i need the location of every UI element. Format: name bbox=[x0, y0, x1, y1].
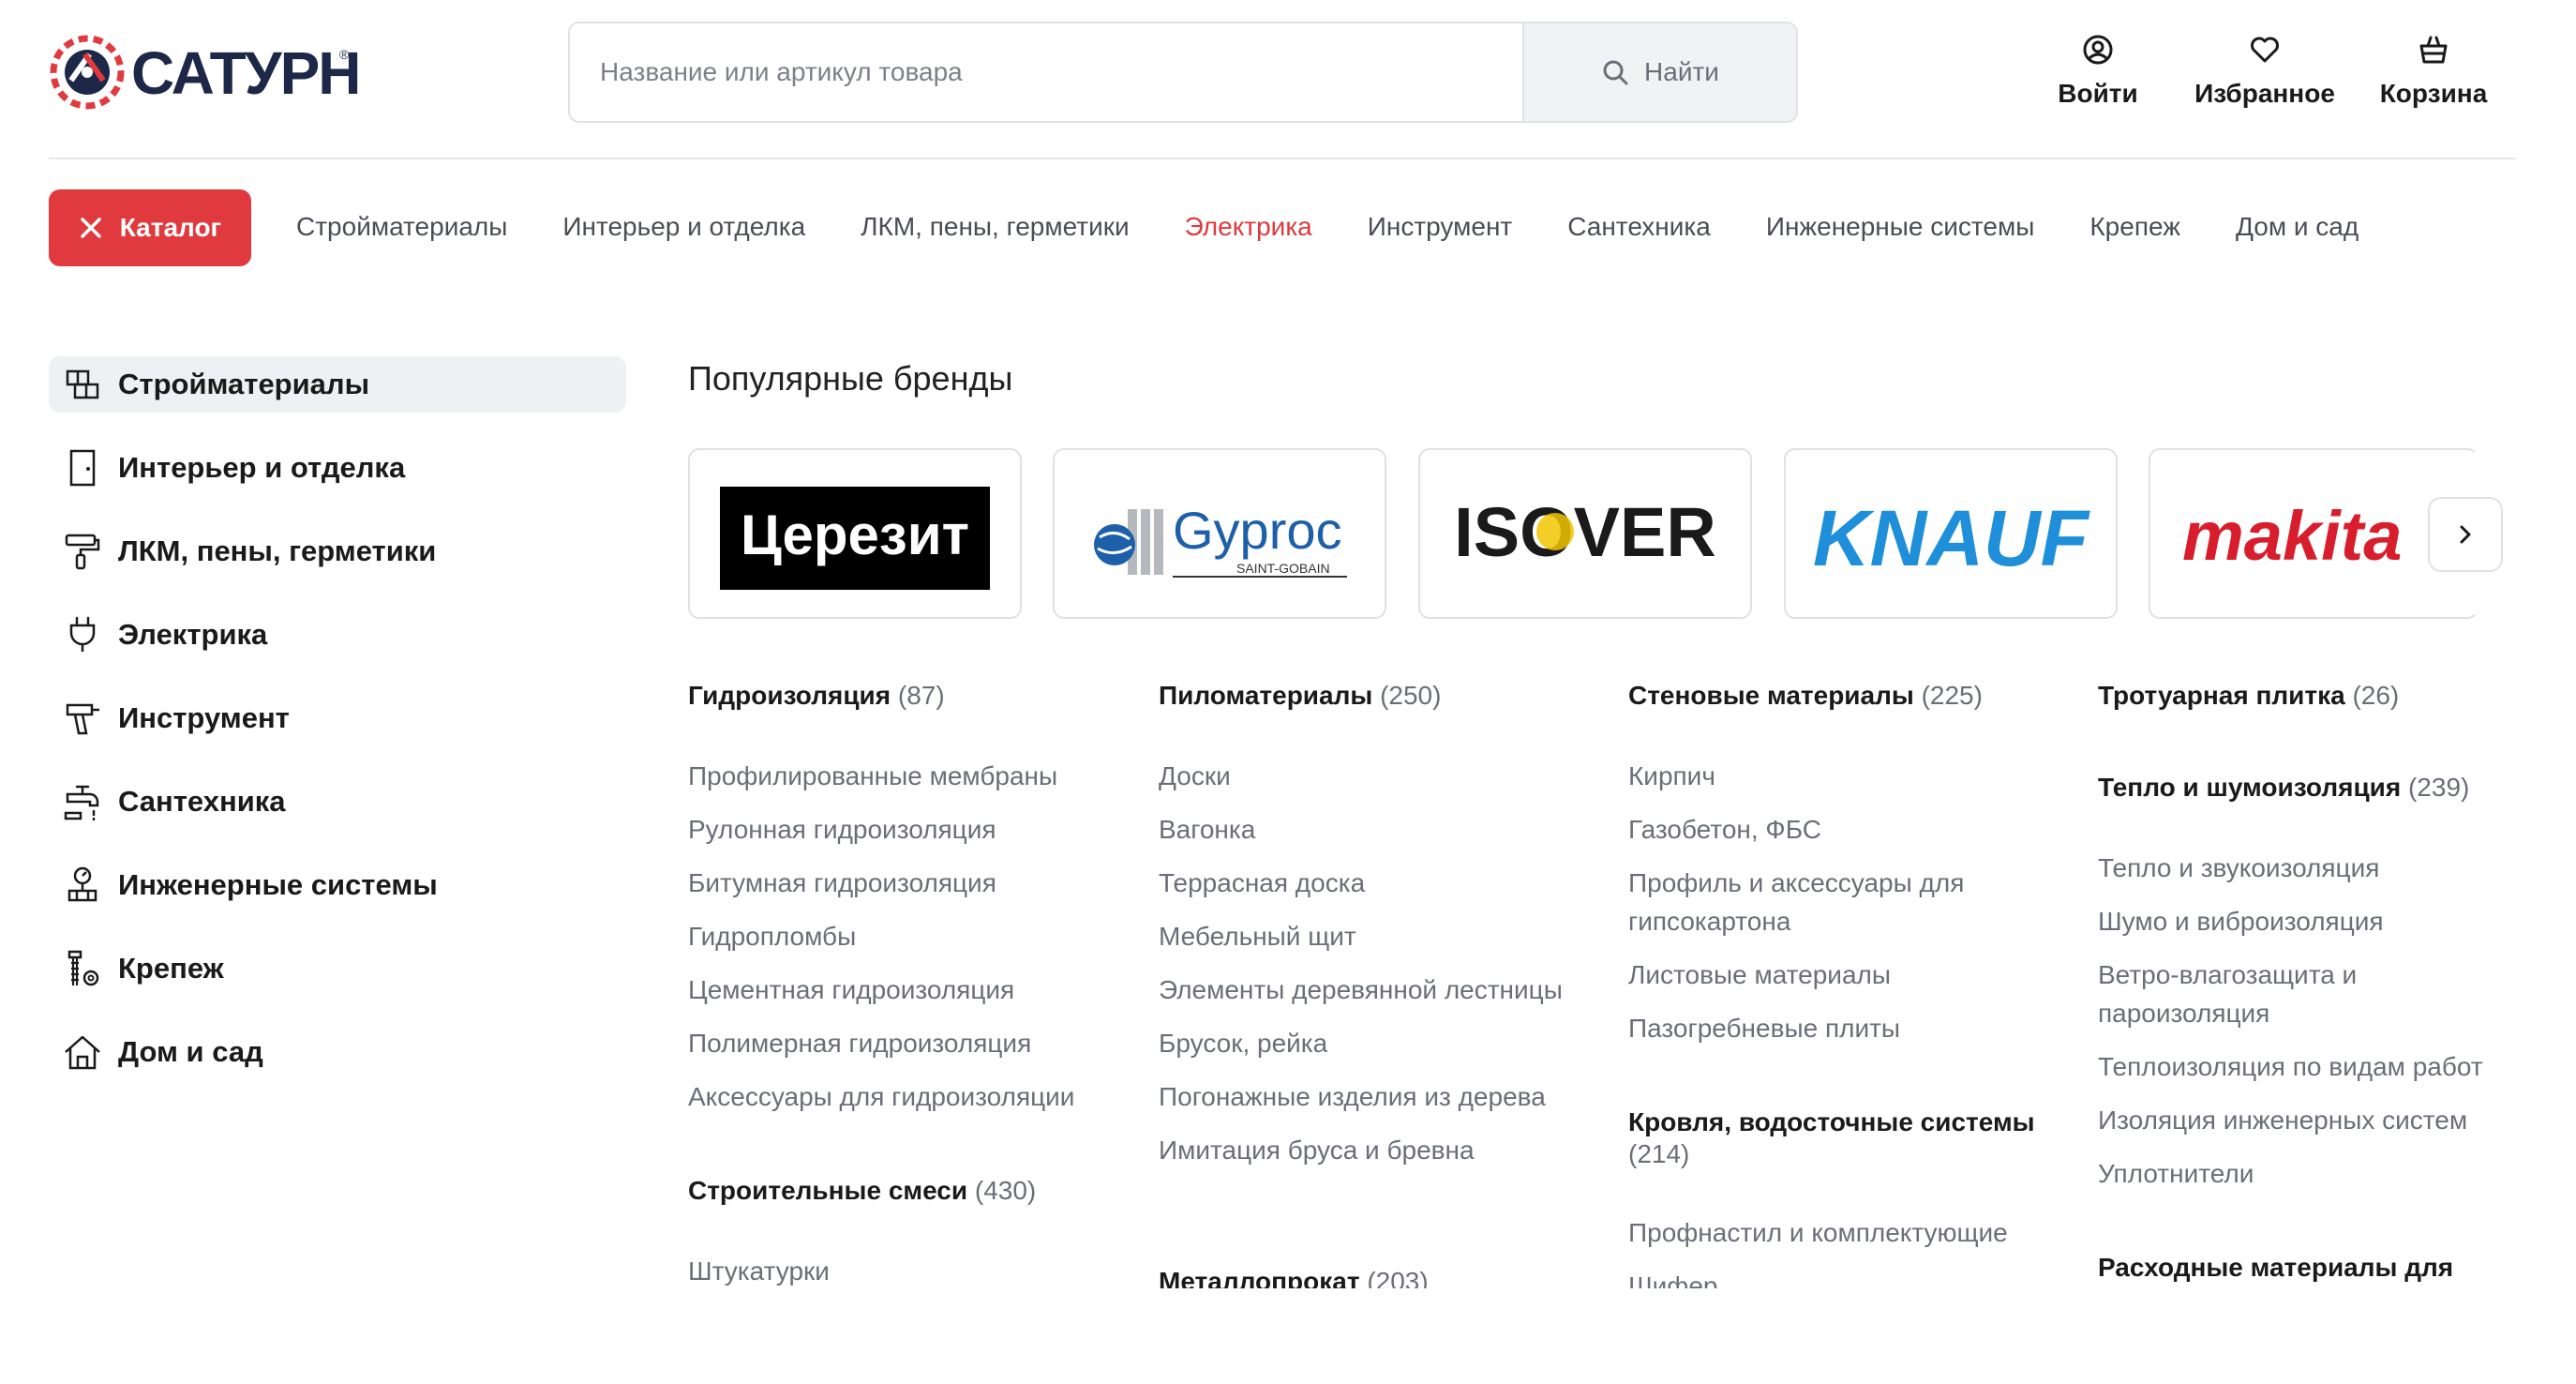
subcategory-list: Профнастил и комплектующие Шифер bbox=[1628, 1213, 2041, 1288]
category-title: Тротуарная плитка bbox=[2098, 681, 2345, 710]
subcategory-link[interactable]: Тепло и звукоизоляция bbox=[2098, 849, 2510, 887]
subcategory-link[interactable]: Имитация бруса и бревна bbox=[1159, 1131, 1571, 1169]
subcategory-list: Профилированные мембраны Рулонная гидрои… bbox=[688, 757, 1129, 1116]
subcategory-link[interactable]: Теплоизоляция по видам работ bbox=[2098, 1047, 2510, 1086]
category-count: (26) bbox=[2352, 681, 2400, 710]
category-consumables[interactable]: Расходные материалы для bbox=[2098, 1252, 2453, 1284]
subcategory-link[interactable]: Пазогребневые плиты bbox=[1628, 1009, 2031, 1047]
subcategory-list: Кирпич Газобетон, ФБС Профиль и аксессуа… bbox=[1628, 757, 2031, 1047]
subcategory-link[interactable]: Кирпич bbox=[1628, 757, 2031, 795]
category-title: Стеновые материалы bbox=[1628, 681, 1914, 710]
category-title: Тепло и шумоизоляция bbox=[2098, 773, 2402, 802]
category-count: (214) bbox=[1628, 1139, 1690, 1168]
category-title: Расходные материалы для bbox=[2098, 1253, 2454, 1282]
subcategory-link[interactable]: Доски bbox=[1159, 757, 1571, 795]
subcategory-link[interactable]: Полимерная гидроизоляция bbox=[688, 1024, 1129, 1062]
category-count: (225) bbox=[1921, 681, 1983, 710]
subcategory-link[interactable]: Цементная гидроизоляция bbox=[688, 970, 1129, 1009]
category-lumber[interactable]: Пиломатериалы (250) bbox=[1159, 680, 1441, 712]
subcategory-link[interactable]: Профнастил и комплектующие bbox=[1628, 1213, 2041, 1252]
category-panel: Гидроизоляция (87) Профилированные мембр… bbox=[0, 0, 2576, 1288]
category-count: (87) bbox=[897, 681, 945, 710]
subcategory-link[interactable]: Уплотнители bbox=[2098, 1154, 2510, 1193]
category-building-mixes[interactable]: Строительные смеси (430) bbox=[688, 1175, 1036, 1207]
category-title: Металлопрокат bbox=[1159, 1267, 1360, 1288]
page: САТУРН ® Найти Войти Избранное bbox=[0, 0, 2576, 1384]
subcategory-link[interactable]: Профилированные мембраны bbox=[688, 757, 1129, 795]
subcategory-link[interactable]: Шумо и виброизоляция bbox=[2098, 902, 2510, 940]
subcategory-link[interactable]: Элементы деревянной лестницы bbox=[1159, 970, 1571, 1009]
subcategory-list: Доски Вагонка Террасная доска Мебельный … bbox=[1159, 757, 1571, 1169]
category-count: (430) bbox=[974, 1176, 1037, 1205]
category-title: Пиломатериалы bbox=[1159, 681, 1373, 710]
subcategory-link[interactable]: Вагонка bbox=[1159, 810, 1571, 849]
subcategory-link[interactable]: Битумная гидроизоляция bbox=[688, 864, 1129, 902]
category-wall-materials[interactable]: Стеновые материалы (225) bbox=[1628, 680, 1983, 712]
subcategory-link[interactable]: Аксессуары для гидроизоляции bbox=[688, 1077, 1129, 1116]
subcategory-link[interactable]: Профиль и аксессуары для гипсокартона bbox=[1628, 864, 2031, 940]
category-count: (239) bbox=[2407, 773, 2470, 802]
subcategory-link[interactable]: Погонажные изделия из дерева bbox=[1159, 1077, 1571, 1116]
category-title: Кровля, водосточные системы bbox=[1628, 1107, 2035, 1136]
subcategory-link[interactable]: Штукатурки bbox=[688, 1252, 830, 1288]
subcategory-link[interactable]: Гидропломбы bbox=[688, 917, 1129, 955]
subcategory-link[interactable]: Шифер bbox=[1628, 1267, 2041, 1288]
subcategory-link[interactable]: Ветро-влагозащита и пароизоляция bbox=[2098, 955, 2510, 1032]
subcategory-list: Тепло и звукоизоляция Шумо и виброизоляц… bbox=[2098, 849, 2510, 1193]
subcategory-link[interactable]: Листовые материалы bbox=[1628, 955, 2031, 994]
category-waterproofing[interactable]: Гидроизоляция (87) bbox=[688, 680, 945, 712]
subcategory-link[interactable]: Рулонная гидроизоляция bbox=[688, 810, 1129, 849]
category-insulation[interactable]: Тепло и шумоизоляция (239) bbox=[2098, 772, 2469, 804]
category-paving-tiles[interactable]: Тротуарная плитка (26) bbox=[2098, 680, 2399, 712]
category-title: Строительные смеси bbox=[688, 1176, 968, 1205]
subcategory-link[interactable]: Газобетон, ФБС bbox=[1628, 810, 2031, 849]
category-title: Гидроизоляция bbox=[688, 681, 891, 710]
subcategory-link[interactable]: Брусок, рейка bbox=[1159, 1024, 1571, 1062]
category-roofing[interactable]: Кровля, водосточные системы (214) bbox=[1628, 1106, 2041, 1170]
category-count: (250) bbox=[1380, 681, 1442, 710]
subcategory-link[interactable]: Мебельный щит bbox=[1159, 917, 1571, 955]
category-count: (203) bbox=[1367, 1267, 1429, 1288]
subcategory-link[interactable]: Изоляция инженерных систем bbox=[2098, 1101, 2510, 1139]
subcategory-link[interactable]: Террасная доска bbox=[1159, 864, 1571, 902]
category-metal[interactable]: Металлопрокат (203) bbox=[1159, 1266, 1429, 1288]
